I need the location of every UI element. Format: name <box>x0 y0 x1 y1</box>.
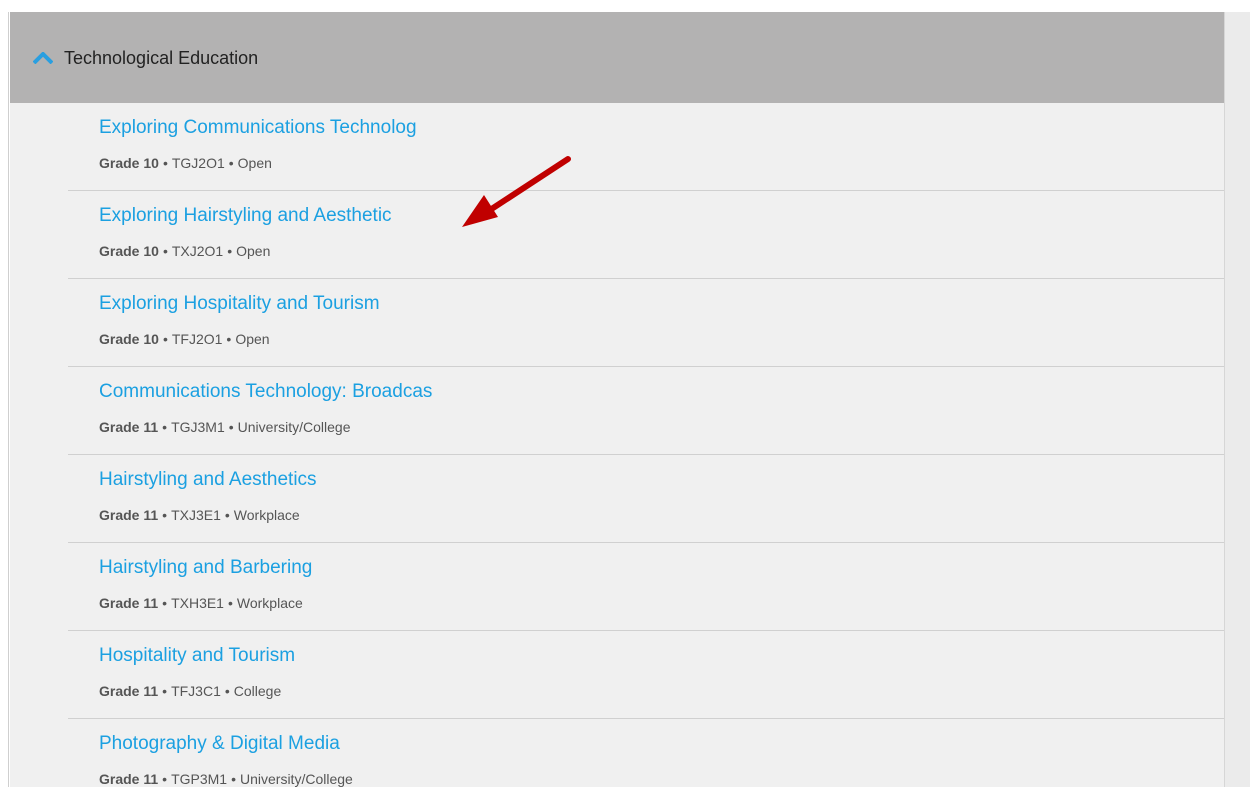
course-pathway: University/College <box>237 419 351 435</box>
separator: • <box>227 595 233 611</box>
course-code: TXJ2O1 <box>171 243 224 259</box>
separator: • <box>162 595 168 611</box>
separator: • <box>162 243 168 259</box>
course-link[interactable]: Exploring Hairstyling and Aesthetic <box>99 205 392 227</box>
separator: • <box>162 155 168 171</box>
list-item: Hairstyling and Aesthetics Grade 11 • TXJ3… <box>68 455 1224 543</box>
course-pathway: College <box>233 683 282 699</box>
course-pathway: Workplace <box>236 595 303 611</box>
course-meta: Grade 11 • TXJ3E1 • Workplace <box>99 506 300 524</box>
left-border <box>8 12 9 787</box>
separator: • <box>227 243 233 259</box>
chevron-up-icon[interactable] <box>33 52 53 64</box>
course-code: TGJ3M1 <box>171 419 225 435</box>
separator: • <box>162 419 168 435</box>
course-meta: Grade 11 • TGP3M1 • University/College <box>99 770 353 787</box>
course-meta: Grade 11 • TXH3E1 • Workplace <box>99 594 303 612</box>
separator: • <box>228 155 234 171</box>
course-meta: Grade 10 • TGJ2O1 • Open <box>99 154 272 172</box>
course-code: TXJ3E1 <box>171 507 221 523</box>
separator: • <box>231 771 236 787</box>
course-pathway: University/College <box>239 771 353 787</box>
course-grade: Grade 11 <box>99 771 159 787</box>
course-grade: Grade 10 <box>99 331 159 347</box>
red-arrow-annotation <box>462 156 571 227</box>
list-item: Hairstyling and Barbering Grade 11 • TXH3E… <box>68 543 1224 631</box>
course-panel: Technological Education Exploring Commun… <box>10 12 1224 787</box>
separator: • <box>162 683 168 699</box>
course-code: TGJ2O1 <box>171 155 225 171</box>
course-grade: Grade 11 <box>99 595 159 611</box>
course-link[interactable]: Exploring Communications Technolog <box>99 117 417 139</box>
separator: • <box>224 683 230 699</box>
course-code: TFJ3C1 <box>171 683 221 699</box>
separator: • <box>162 771 168 787</box>
list-item: Communications Technology: Broadcas Grad… <box>68 367 1224 455</box>
separator: • <box>226 331 232 347</box>
course-code: TFJ2O1 <box>171 331 223 347</box>
course-grade: Grade 11 <box>99 683 159 699</box>
course-link[interactable]: Hairstyling and Barbering <box>99 557 312 579</box>
course-grade: Grade 10 <box>99 155 159 171</box>
course-grade: Grade 10 <box>99 243 159 259</box>
list-item: Hospitality and Tourism Grade 11 • TFJ3C1 •… <box>68 631 1224 719</box>
course-link[interactable]: Photography & Digital Media <box>99 733 340 755</box>
section-header-technological-education[interactable]: Technological Education <box>10 12 1224 103</box>
list-item: Exploring Communications Technolog Grade… <box>68 103 1224 191</box>
course-meta: Grade 11 • TGJ3M1 • University/College <box>99 418 350 436</box>
separator: • <box>228 419 234 435</box>
course-grade: Grade 11 <box>99 507 159 523</box>
list-item: Exploring Hairstyling and Aesthetic Grad… <box>68 191 1224 279</box>
course-pathway: Open <box>235 331 270 347</box>
scrollbar[interactable] <box>1224 12 1250 787</box>
course-code: TGP3M1 <box>171 771 228 787</box>
course-link[interactable]: Hairstyling and Aesthetics <box>99 469 317 491</box>
list-item: Exploring Hospitality and Tourism Grade … <box>68 279 1224 367</box>
course-pathway: Open <box>236 243 271 259</box>
course-code: TXH3E1 <box>171 595 224 611</box>
separator: • <box>224 507 230 523</box>
course-grade: Grade 11 <box>99 419 159 435</box>
course-link[interactable]: Hospitality and Tourism <box>99 645 295 667</box>
course-link[interactable]: Communications Technology: Broadcas <box>99 381 432 403</box>
course-meta: Grade 11 • TFJ3C1 • College <box>99 682 281 700</box>
course-pathway: Open <box>237 155 272 171</box>
list-item: Photography & Digital Media Grade 11 • TGP… <box>68 719 1224 787</box>
separator: • <box>162 331 168 347</box>
separator: • <box>162 507 168 523</box>
course-meta: Grade 10 • TFJ2O1 • Open <box>99 330 270 348</box>
section-title: Technological Education <box>64 48 259 68</box>
course-link[interactable]: Exploring Hospitality and Tourism <box>99 293 380 315</box>
course-meta: Grade 10 • TXJ2O1 • Open <box>99 242 270 260</box>
course-pathway: Workplace <box>233 507 300 523</box>
course-list: Exploring Communications Technolog Grade… <box>68 103 1224 787</box>
